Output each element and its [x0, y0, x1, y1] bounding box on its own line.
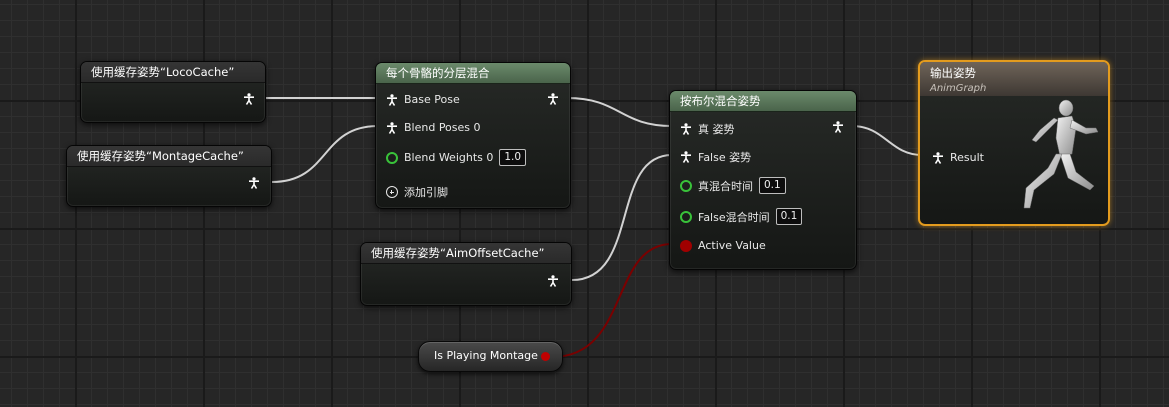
node-title: 每个骨骼的分层混合: [376, 63, 570, 84]
pose-pin-icon[interactable]: [932, 151, 944, 164]
node-title: 输出姿势: [930, 66, 976, 80]
wire-bool-to-result: [851, 125, 923, 156]
true-blend-time-pin[interactable]: 真混合时间 0.1: [680, 177, 786, 194]
wire-montage-to-blend-poses: [271, 125, 379, 183]
active-value-pin[interactable]: Active Value: [680, 239, 766, 252]
blend-weights-input[interactable]: 1.0: [499, 149, 527, 166]
blend-weights-pin[interactable]: Blend Weights 0 1.0: [386, 149, 527, 166]
false-blend-time-pin[interactable]: False混合时间 0.1: [680, 208, 803, 225]
true-pose-pin[interactable]: 真 姿势: [680, 121, 735, 137]
pin-label: False混合时间: [698, 210, 770, 224]
pose-output-pin-icon[interactable]: [248, 177, 260, 189]
result-pin[interactable]: Result: [932, 151, 984, 164]
node-title: 按布尔混合姿势: [670, 91, 856, 112]
float-pin-icon[interactable]: [680, 210, 692, 223]
pin-label: False 姿势: [698, 151, 752, 164]
pose-output-pin-icon[interactable]: [243, 93, 255, 105]
layered-blend-per-bone-node[interactable]: 每个骨骼的分层混合 Base Pose Blend Poses 0 Blend …: [375, 62, 571, 209]
float-pin-icon[interactable]: [386, 151, 398, 164]
node-title: 使用缓存姿势“LocoCache”: [81, 62, 265, 83]
cached-pose-node-montage[interactable]: 使用缓存姿势“MontageCache”: [66, 145, 272, 207]
blend-poses-by-bool-node[interactable]: 按布尔混合姿势 真 姿势 False 姿势 真混合时间 0.1 False混合时…: [669, 90, 857, 270]
pose-pin-icon[interactable]: [680, 123, 692, 135]
pose-output-pin-icon[interactable]: [832, 121, 844, 133]
pin-label: 真 姿势: [698, 123, 735, 136]
pose-pin-icon[interactable]: [680, 151, 692, 163]
pose-pin-icon[interactable]: [386, 93, 398, 106]
add-icon: [386, 186, 398, 198]
false-pose-pin[interactable]: False 姿势: [680, 149, 751, 165]
cached-pose-node-loco[interactable]: 使用缓存姿势“LocoCache”: [80, 61, 266, 123]
wire-aim-to-false-pose: [571, 154, 673, 281]
base-pose-pin[interactable]: Base Pose: [386, 93, 460, 106]
pin-label: Blend Weights 0: [404, 151, 494, 164]
pin-label: Result: [950, 151, 984, 164]
bool-output-pin-icon[interactable]: [541, 352, 550, 361]
pose-output-pin-icon[interactable]: [547, 275, 559, 287]
false-blend-time-input[interactable]: 0.1: [775, 208, 803, 225]
pin-label: Active Value: [698, 239, 766, 252]
is-playing-montage-variable[interactable]: Is Playing Montage: [418, 341, 563, 372]
float-pin-icon[interactable]: [680, 179, 692, 192]
pose-output-pin-icon[interactable]: [547, 93, 559, 105]
add-pin-label: 添加引脚: [404, 186, 448, 199]
cached-pose-node-aimoffset[interactable]: 使用缓存姿势“AimOffsetCache”: [360, 242, 572, 306]
node-title: 使用缓存姿势“MontageCache”: [67, 146, 271, 167]
pin-label: Blend Poses 0: [404, 121, 481, 134]
output-pose-node[interactable]: 输出姿势 AnimGraph Result: [918, 60, 1110, 226]
add-pin-button[interactable]: 添加引脚: [386, 184, 448, 200]
node-subtitle: AnimGraph: [930, 83, 987, 94]
node-header: 输出姿势 AnimGraph: [920, 62, 1108, 96]
variable-label: Is Playing Montage: [434, 349, 538, 362]
pin-label: Base Pose: [404, 93, 460, 106]
node-title: 使用缓存姿势“AimOffsetCache”: [361, 243, 571, 264]
true-blend-time-input[interactable]: 0.1: [759, 177, 786, 194]
wire-layered-to-true-pose: [566, 97, 673, 127]
blend-poses-pin[interactable]: Blend Poses 0: [386, 121, 481, 134]
pose-pin-icon[interactable]: [386, 121, 398, 134]
pin-label: 真混合时间: [698, 179, 753, 193]
bool-pin-icon[interactable]: [680, 239, 692, 252]
mannequin-running-icon: [1023, 99, 1099, 209]
